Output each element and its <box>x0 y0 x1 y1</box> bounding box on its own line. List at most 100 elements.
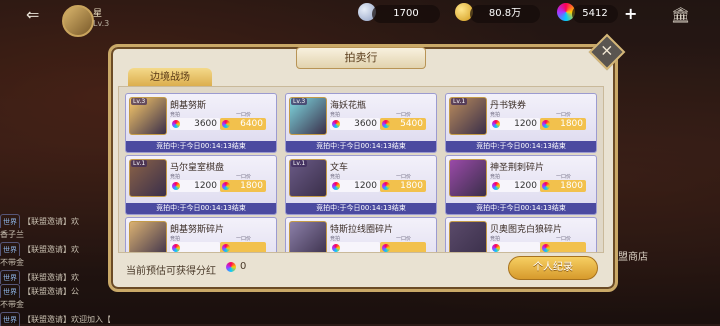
buyout-label: 一口价 <box>396 174 412 180</box>
auction-item-card[interactable]: Lv.1 马尔皇室棋盘 竞拍 一口价 1200 1800 竞拍中:于今日00:14:13结束 <box>125 155 277 215</box>
item-thumbnail: Lv.3 <box>289 97 327 135</box>
bid-label: 竞拍 <box>170 236 181 242</box>
chat-channel-tag: 世界 <box>0 242 20 256</box>
chat-text: 【联盟邀请】欢 <box>23 245 79 254</box>
buyout-value: 1800 <box>400 181 423 191</box>
bid-label: 竞拍 <box>330 112 341 118</box>
item-name: 神圣荆刺碎片 <box>490 163 545 173</box>
auction-item-card[interactable]: 朗基努斯碎片 竞拍 一口价 <box>125 217 277 252</box>
bid-price[interactable]: 1200 <box>170 180 220 192</box>
rainbow-gem-icon <box>382 182 390 190</box>
add-gems-button[interactable]: + <box>624 4 637 23</box>
item-thumbnail: Lv.1 <box>129 159 167 197</box>
auction-item-list[interactable]: Lv.3 朗基努斯 竞拍 一口价 3600 6400 竞拍中:于今日00:14:13结束 Lv… <box>118 86 604 253</box>
rainbow-gem-icon <box>382 120 390 128</box>
buyout-value: 1800 <box>240 181 263 191</box>
auction-timer: 竞拍中:于今日00:14:13结束 <box>126 141 276 152</box>
rainbow-gem-icon <box>492 120 500 128</box>
bid-label: 竞拍 <box>490 236 501 242</box>
bid-price[interactable]: 1200 <box>490 118 540 130</box>
rainbow-gem-icon <box>172 120 180 128</box>
item-name: 贝奥图克白狼碎片 <box>490 225 563 235</box>
bid-value: 1200 <box>194 181 217 191</box>
buyout-label: 一口价 <box>556 174 572 180</box>
alliance-shop-label[interactable]: 盟商店 <box>618 248 648 263</box>
buyout-label: 一口价 <box>556 112 572 118</box>
gem-count: 5412 <box>572 5 618 23</box>
bid-price[interactable] <box>490 242 540 252</box>
bid-price[interactable] <box>170 242 220 252</box>
bid-price[interactable]: 1200 <box>330 180 380 192</box>
buyout-price-button[interactable]: 6400 <box>220 118 266 130</box>
buyout-price-button[interactable]: 5400 <box>380 118 426 130</box>
item-thumbnail: Lv.1 <box>449 97 487 135</box>
item-thumbnail <box>449 221 487 252</box>
rainbow-gem-icon <box>542 244 550 252</box>
auction-item-card[interactable]: 特斯拉线圈碎片 竞拍 一口价 <box>285 217 437 252</box>
item-thumbnail: Lv.3 <box>129 97 167 135</box>
buyout-price-button[interactable]: 1800 <box>380 180 426 192</box>
rainbow-gem-icon <box>382 244 390 252</box>
auction-timer: 竞拍中:于今日00:14:13结束 <box>446 203 596 214</box>
chat-channel-tag: 世界 <box>0 270 20 284</box>
item-name: 文车 <box>330 163 349 173</box>
personal-records-button[interactable]: 个人纪录 <box>508 256 598 280</box>
rainbow-gem-icon <box>222 244 230 252</box>
bid-value: 3600 <box>354 119 377 129</box>
buyout-label: 一口价 <box>236 112 252 118</box>
buyout-label: 一口价 <box>556 236 572 242</box>
item-name: 马尔皇室棋盘 <box>170 163 225 173</box>
rainbow-gem-icon <box>172 244 180 252</box>
buyout-price-button[interactable] <box>220 242 266 252</box>
item-level: Lv.3 <box>291 98 308 105</box>
bid-price[interactable]: 3600 <box>330 118 380 130</box>
back-arrow-icon[interactable]: ⇐ <box>26 6 52 24</box>
buyout-price-button[interactable]: 1800 <box>540 180 586 192</box>
bid-price[interactable]: 3600 <box>170 118 220 130</box>
auction-item-card[interactable]: Lv.3 海妖花瓶 竞拍 一口价 3600 5400 竞拍中:于今日00:14:13结束 <box>285 93 437 153</box>
item-name: 朗基努斯碎片 <box>170 225 225 235</box>
auction-item-card[interactable]: 贝奥图克白狼碎片 竞拍 一口价 <box>445 217 597 252</box>
chat-text: 【联盟邀请】欢 <box>23 273 79 282</box>
chat-text: 不带金 <box>0 300 24 309</box>
player-avatar[interactable] <box>62 5 94 37</box>
item-name: 特斯拉线圈碎片 <box>330 225 394 235</box>
auction-item-card[interactable]: 神圣荆刺碎片 竞拍 一口价 1200 1800 竞拍中:于今日00:14:13结束 <box>445 155 597 215</box>
bid-label: 竞拍 <box>170 174 181 180</box>
buyout-price-button[interactable] <box>380 242 426 252</box>
bid-price[interactable]: 1200 <box>490 180 540 192</box>
top-bar: ⇐ 星 Lv.3 1700 80.8万 5412 + 🏛 <box>0 0 720 37</box>
bid-price[interactable] <box>330 242 380 252</box>
bid-label: 竞拍 <box>170 112 181 118</box>
player-level: Lv.3 <box>93 19 110 28</box>
buyout-price-button[interactable]: 1800 <box>540 118 586 130</box>
player-name: 星 <box>93 9 103 19</box>
chat-message: 香子兰 <box>0 228 110 242</box>
rainbow-gem-icon <box>332 182 340 190</box>
bank-icon[interactable]: 🏛 <box>671 6 693 24</box>
auction-item-card[interactable]: Lv.3 朗基努斯 竞拍 一口价 3600 6400 竞拍中:于今日00:14:13结束 <box>125 93 277 153</box>
dividend-value: 0 <box>240 261 247 272</box>
buyout-label: 一口价 <box>236 174 252 180</box>
auction-item-card[interactable]: Lv.1 丹书铁券 竞拍 一口价 1200 1800 竞拍中:于今日00:14:13结束 <box>445 93 597 153</box>
chat-channel-tag: 世界 <box>0 214 20 228</box>
tab-border-battlefield[interactable]: 边境战场 <box>128 68 212 88</box>
rainbow-gem-icon <box>492 182 500 190</box>
auction-timer: 竞拍中:于今日00:14:13结束 <box>286 203 436 214</box>
buyout-price-button[interactable]: 1800 <box>220 180 266 192</box>
auction-item-card[interactable]: Lv.1 文车 竞拍 一口价 1200 1800 竞拍中:于今日00:14:13结束 <box>285 155 437 215</box>
buyout-price-button[interactable] <box>540 242 586 252</box>
buyout-value: 5400 <box>400 119 423 129</box>
buyout-value: 1800 <box>560 181 583 191</box>
bid-value: 1200 <box>514 119 537 129</box>
chat-text: 【联盟邀请】欢 <box>23 217 79 226</box>
chat-message: 不带金 <box>0 298 110 312</box>
item-level: Lv.3 <box>131 98 148 105</box>
rainbow-gem-icon <box>222 182 230 190</box>
auction-timer: 竞拍中:于今日00:14:13结束 <box>286 141 436 152</box>
chat-panel[interactable]: 世界 【联盟邀请】欢 香子兰 世界 【联盟邀请】欢 不带金 世界 【联盟邀请】欢 世界 【联盟邀请… <box>0 214 110 326</box>
bid-value: 1200 <box>354 181 377 191</box>
rainbow-gem-icon <box>542 120 550 128</box>
chat-text: 【联盟邀请】公 <box>23 287 79 296</box>
dialog-title: 拍卖行 <box>296 47 426 69</box>
